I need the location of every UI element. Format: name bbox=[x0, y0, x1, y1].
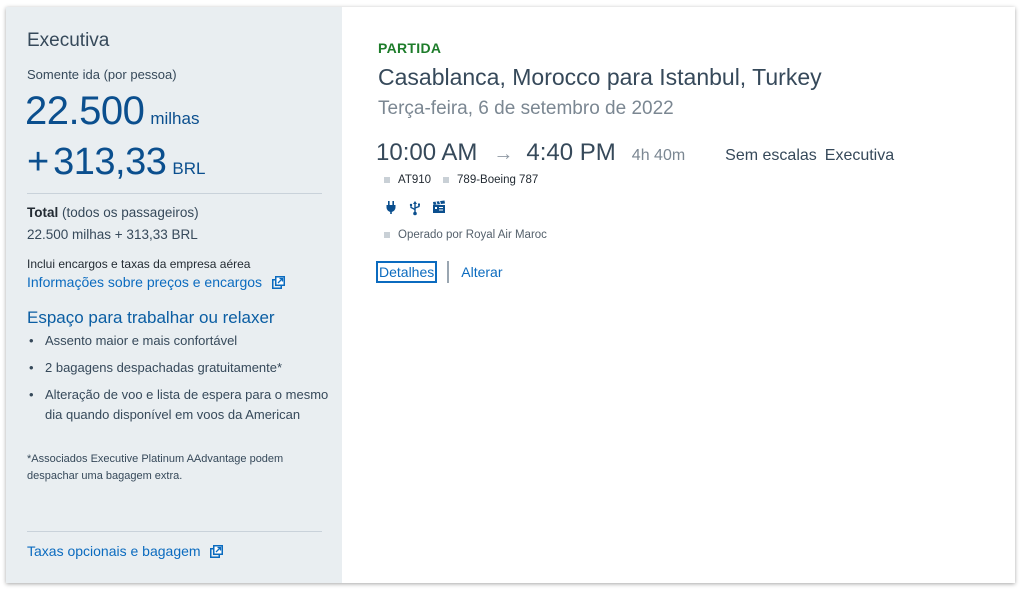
cabin-class: Executiva bbox=[27, 30, 110, 51]
pricing-info-label: Informações sobre preços e encargos bbox=[27, 274, 263, 290]
cash-prefix: + bbox=[27, 141, 49, 183]
bullet-square-icon bbox=[384, 177, 390, 183]
usb-icon bbox=[408, 200, 422, 216]
total-label: Total (todos os passageiros) bbox=[27, 205, 199, 220]
fare-summary-panel: Executiva Somente ida (por pessoa) 22.50… bbox=[6, 7, 342, 583]
flight-times: 10:00 AM → 4:40 PM 4h 40m Sem escalas Ex… bbox=[376, 139, 894, 167]
total-title: Total bbox=[27, 205, 59, 220]
arrival-time: 4:40 PM bbox=[526, 139, 616, 166]
miles-unit: milhas bbox=[150, 109, 200, 128]
bullet-square-icon bbox=[443, 177, 450, 183]
flight-cabin: Executiva bbox=[824, 147, 895, 164]
stops: Sem escalas bbox=[725, 147, 817, 164]
fare-type: Somente ida (por pessoa) bbox=[27, 67, 177, 82]
flight-info: AT910 789-Boeing 787 bbox=[384, 174, 538, 186]
optional-fees-link[interactable]: Taxas opcionais e bagagem bbox=[27, 543, 224, 561]
flight-actions: Detalhes Alterar bbox=[376, 261, 503, 283]
total-qualifier: (todos os passageiros) bbox=[62, 205, 199, 220]
divider bbox=[27, 531, 322, 532]
currency: BRL bbox=[172, 159, 206, 178]
cash-price: + 313,33 BRL bbox=[27, 141, 205, 184]
cash-amount: 313,33 bbox=[53, 141, 167, 183]
benefits-footnote: *Associados Executive Platinum AAdvantag… bbox=[27, 453, 284, 482]
departure-time: 10:00 AM bbox=[376, 139, 478, 166]
flight-duration: 4h 40m bbox=[631, 147, 686, 164]
divider bbox=[447, 261, 450, 283]
flight-number: AT910 bbox=[398, 174, 432, 186]
pricing-info-link[interactable]: Informações sobre preços e encargos bbox=[27, 274, 285, 292]
amenities bbox=[384, 200, 446, 216]
list-item: 2 bagagens despachadas gratuitamente* bbox=[29, 358, 335, 378]
list-item: Alteração de voo e lista de espera para … bbox=[29, 385, 335, 425]
taxes-note: Inclui encargos e taxas da empresa aérea bbox=[27, 257, 251, 271]
benefits-list: Assento maior e mais confortável 2 bagag… bbox=[27, 331, 335, 432]
benefits-title: Espaço para trabalhar ou relaxer bbox=[27, 308, 275, 327]
operated-by-text: Operado por Royal Air Maroc bbox=[398, 229, 547, 241]
entertainment-icon bbox=[432, 200, 446, 216]
power-outlet-icon bbox=[384, 200, 398, 216]
arrow-right-icon: → bbox=[493, 143, 514, 165]
external-link-icon bbox=[271, 276, 285, 292]
route-title: Casablanca, Morocco para Istanbul, Turke… bbox=[378, 64, 822, 90]
bullet-square-icon bbox=[384, 232, 390, 238]
external-link-icon bbox=[210, 545, 224, 561]
departure-label: PARTIDA bbox=[378, 40, 442, 56]
details-button[interactable]: Detalhes bbox=[376, 261, 438, 283]
flight-summary-card: Executiva Somente ida (por pessoa) 22.50… bbox=[6, 7, 1015, 583]
optional-fees-label: Taxas opcionais e bagagem bbox=[27, 543, 201, 559]
total-value: 22.500 milhas + 313,33 BRL bbox=[27, 227, 198, 242]
miles-price: 22.500 milhas bbox=[25, 89, 199, 134]
flight-details-panel: PARTIDA Casablanca, Morocco para Istanbu… bbox=[342, 7, 1015, 583]
miles-amount: 22.500 bbox=[25, 89, 145, 133]
aircraft-type: 789-Boeing 787 bbox=[457, 174, 539, 186]
list-item: Assento maior e mais confortável bbox=[29, 331, 335, 351]
flight-date: Terça-feira, 6 de setembro de 2022 bbox=[378, 98, 674, 119]
divider bbox=[27, 193, 322, 194]
operated-by: Operado por Royal Air Maroc bbox=[384, 229, 547, 241]
change-link[interactable]: Alterar bbox=[461, 264, 502, 280]
